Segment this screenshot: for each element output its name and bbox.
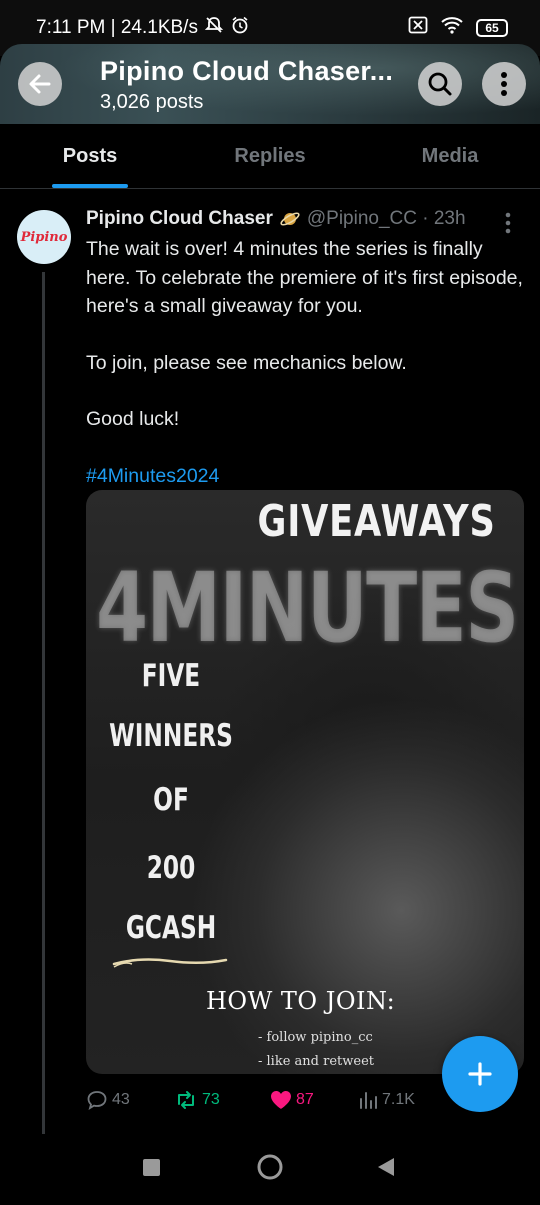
wifi-icon (440, 16, 464, 40)
hashtag-link[interactable]: #4Minutes2024 (86, 462, 526, 491)
plus-icon (468, 1062, 492, 1086)
media-line: GCASH (125, 910, 217, 946)
compose-button[interactable] (442, 1036, 518, 1112)
post-handle-time: @Pipino_CC · 23h (306, 208, 466, 229)
how-to-join-heading: HOW TO JOIN: (206, 987, 396, 1015)
repost-button[interactable]: 73 (174, 1089, 270, 1111)
home-button[interactable] (257, 1154, 283, 1180)
back-nav-button[interactable] (378, 1158, 394, 1176)
post-header: Pipino Cloud Chaser @Pipino_CC · 23h (86, 208, 486, 230)
search-button[interactable] (418, 62, 462, 106)
post-paragraph: Good luck! (86, 408, 180, 430)
page-title: Pipino Cloud Chaser... (100, 56, 394, 86)
tab-media[interactable]: Media (360, 124, 540, 188)
reply-button[interactable]: 43 (86, 1089, 174, 1111)
views-chart-icon (360, 1092, 377, 1109)
swash-decoration (112, 958, 228, 968)
post-paragraph: The wait is over! 4 minutes the series i… (86, 238, 523, 317)
like-count: 87 (296, 1091, 314, 1108)
more-options-button[interactable] (482, 62, 526, 106)
system-nav-bar (0, 1136, 540, 1200)
search-icon (428, 72, 452, 96)
how-to-join-step: - follow pipino_cc (258, 1030, 373, 1045)
battery-icon: 65 (476, 19, 508, 37)
media-line: WINNERS (109, 718, 233, 754)
kebab-icon (501, 72, 507, 96)
silent-icon (204, 15, 224, 41)
views-button[interactable]: 7.1K (358, 1090, 438, 1110)
like-button[interactable]: 87 (270, 1090, 358, 1110)
media-line: FIVE (141, 658, 201, 694)
profile-header: Pipino Cloud Chaser... 3,026 posts (0, 44, 540, 124)
media-line: 200 (146, 850, 196, 886)
profile-tabs: Posts Replies Media (0, 124, 540, 189)
avatar[interactable]: Pipino (17, 210, 71, 264)
back-button[interactable] (18, 62, 62, 106)
recents-button[interactable] (143, 1159, 160, 1176)
back-arrow-icon (29, 74, 51, 94)
reply-count: 43 (112, 1091, 130, 1108)
post-author-name[interactable]: Pipino Cloud Chaser (86, 208, 273, 230)
tab-replies[interactable]: Replies (180, 124, 360, 188)
media-big-text: 4MINUTES (96, 552, 519, 664)
media-title: GIVEAWAYS (257, 496, 496, 547)
status-time: 7:11 PM | 24.1KB/s (36, 17, 198, 38)
repost-count: 73 (202, 1091, 220, 1108)
post-paragraph: To join, please see mechanics below. (86, 351, 407, 374)
post-image[interactable]: GIVEAWAYS 4MINUTES FIVE WINNERS OF 200 G… (86, 490, 524, 1074)
alarm-icon (230, 15, 250, 41)
tab-posts[interactable]: Posts (0, 124, 180, 188)
media-line: OF (153, 782, 189, 818)
planet-emoji-icon (279, 208, 301, 230)
heart-icon (271, 1091, 291, 1109)
avatar-logo-text: Pipino (20, 229, 68, 245)
sim-off-icon (408, 16, 428, 40)
views-count: 7.1K (382, 1091, 415, 1108)
kebab-icon (505, 212, 511, 234)
post-text: The wait is over! 4 minutes the series i… (86, 235, 526, 490)
thread-line (42, 272, 45, 1134)
repost-icon (178, 1091, 194, 1109)
how-to-join-step: - like and retweet (258, 1054, 374, 1069)
posts-count: 3,026 posts (100, 91, 204, 113)
reply-icon (87, 1091, 107, 1110)
